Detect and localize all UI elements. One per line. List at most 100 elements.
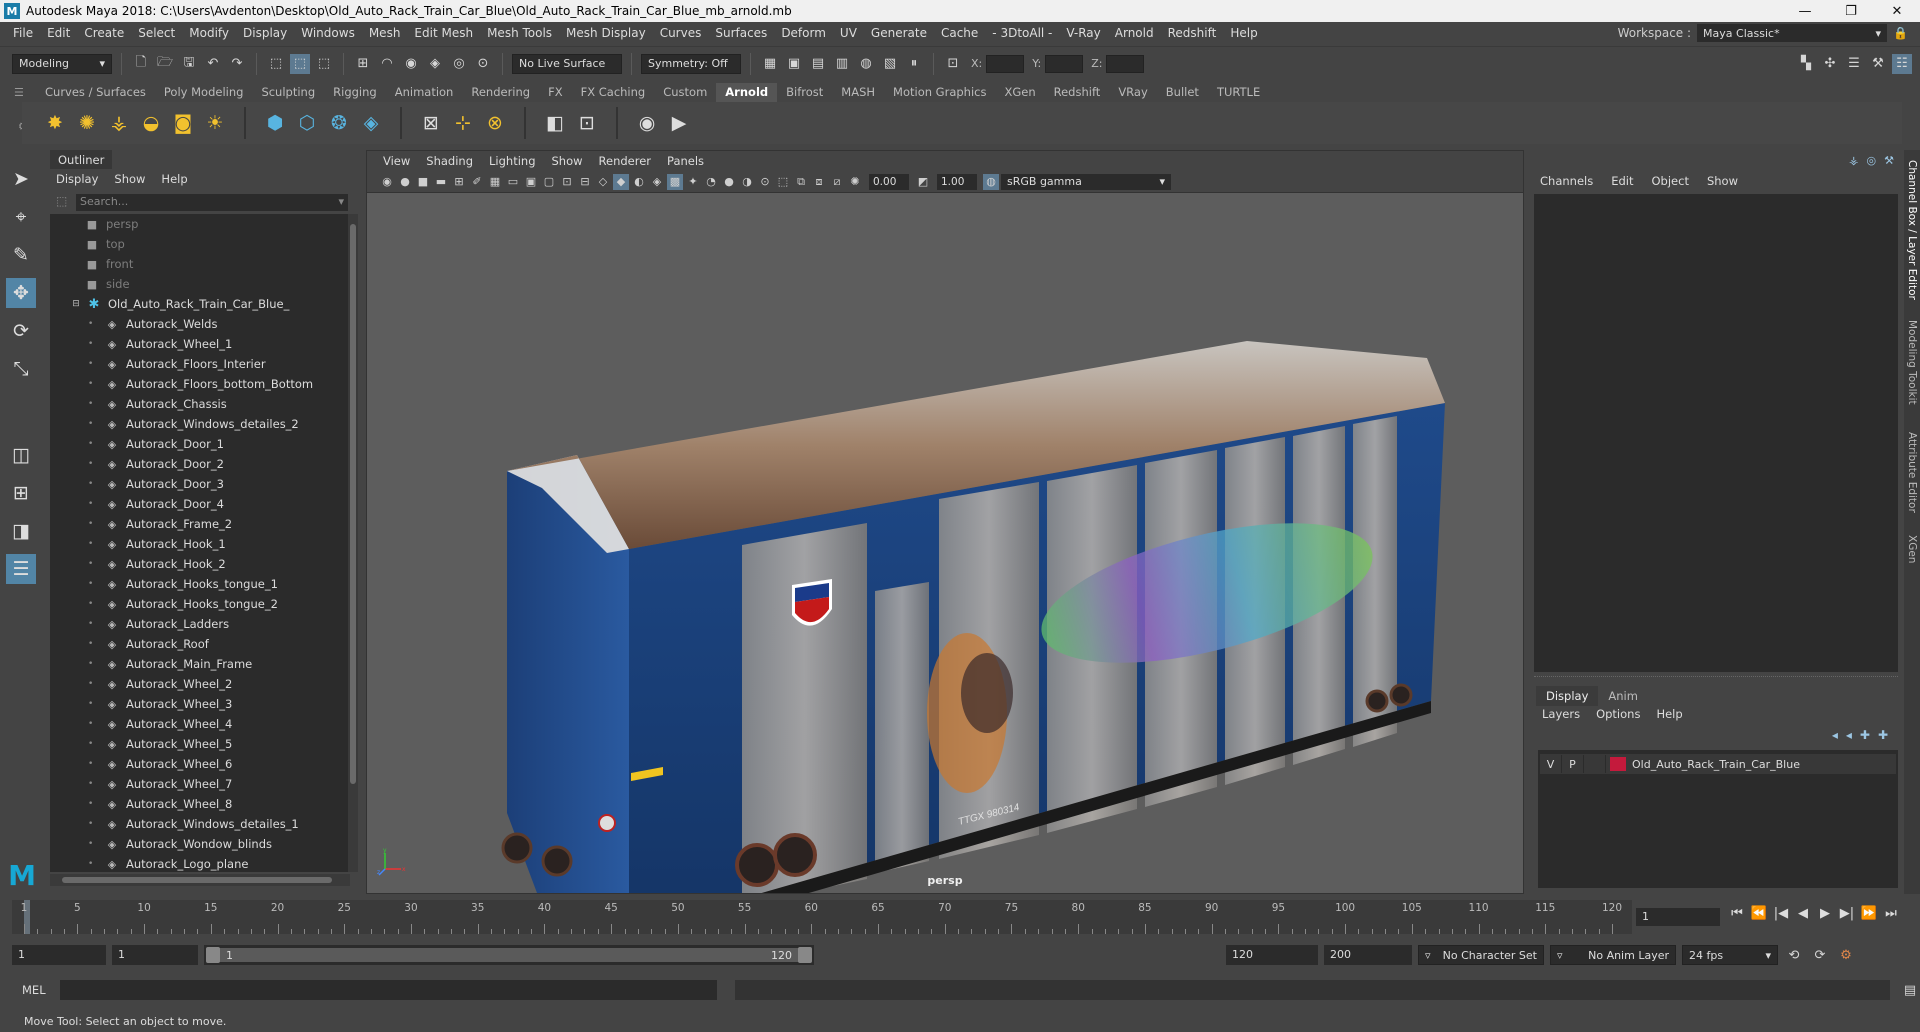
shelf-tab-sculpting[interactable]: Sculpting: [252, 83, 324, 102]
render-stats-icon[interactable]: ⊡: [574, 110, 600, 136]
render-view-icon[interactable]: ▦: [760, 54, 780, 74]
outliner-tab[interactable]: Outliner: [50, 150, 113, 169]
layer-menu-help[interactable]: Help: [1656, 707, 1682, 721]
list-item[interactable]: • ◈ Autorack_Hook_1: [50, 534, 350, 554]
list-item[interactable]: • ◈ Autorack_Wondow_blinds: [50, 834, 350, 854]
new-layer-from-selected-icon[interactable]: ✚: [1878, 728, 1888, 742]
texture-manager-icon[interactable]: ⊠: [418, 110, 444, 136]
exposure-icon[interactable]: ✺: [847, 174, 863, 190]
outliner-menu-help[interactable]: Help: [161, 172, 187, 186]
expand-dot-icon[interactable]: •: [88, 799, 96, 809]
list-item[interactable]: • ◈ Autorack_Main_Frame: [50, 654, 350, 674]
tool-settings-icon[interactable]: ⚒: [1868, 54, 1888, 74]
move-tool-icon[interactable]: ✥: [6, 278, 36, 308]
expand-dot-icon[interactable]: •: [88, 339, 96, 349]
step-forward-key-icon[interactable]: ⏩: [1860, 906, 1878, 921]
expand-dot-icon[interactable]: •: [88, 639, 96, 649]
new-scene-icon[interactable]: 🗋: [131, 54, 151, 74]
loop-icon[interactable]: ⟲: [1784, 945, 1804, 965]
list-item[interactable]: • ◈ Autorack_Frame_2: [50, 514, 350, 534]
list-item[interactable]: • ◈ Autorack_Hook_2: [50, 554, 350, 574]
ipr-render-icon[interactable]: ▤: [808, 54, 828, 74]
expand-dot-icon[interactable]: •: [88, 739, 96, 749]
default-material-icon[interactable]: ◐: [631, 174, 647, 190]
fps-dropdown[interactable]: 24 fps ▾: [1682, 945, 1778, 965]
shelf-tab-rendering[interactable]: Rendering: [462, 83, 539, 102]
outliner-layout-icon[interactable]: ☰: [6, 554, 36, 584]
list-item[interactable]: • ◈ Autorack_Door_2: [50, 454, 350, 474]
shelf-tab-poly-modeling[interactable]: Poly Modeling: [155, 83, 253, 102]
list-item[interactable]: ■ side: [50, 274, 350, 294]
transform-mode-icon[interactable]: ⊡: [943, 54, 963, 74]
menu-surfaces[interactable]: Surfaces: [708, 26, 774, 40]
expand-dot-icon[interactable]: •: [88, 379, 96, 389]
shelf-tab-bifrost[interactable]: Bifrost: [777, 83, 832, 102]
select-hierarchy-icon[interactable]: ⬚: [266, 54, 286, 74]
outliner-vertical-scrollbar[interactable]: [348, 214, 358, 872]
workspace-dropdown[interactable]: Maya Classic* ▾: [1697, 24, 1888, 42]
menu-3dtoall[interactable]: - 3DtoAll -: [985, 26, 1059, 40]
photometric-light-icon[interactable]: ⚶: [106, 110, 132, 136]
auto-key-icon[interactable]: ⟳: [1810, 945, 1830, 965]
character-set-dropdown[interactable]: ▿ No Character Set: [1418, 945, 1544, 965]
animation-preferences-icon[interactable]: ⚙: [1836, 945, 1856, 965]
open-scene-icon[interactable]: 🗁: [155, 54, 175, 74]
shelf-tab-turtle[interactable]: TURTLE: [1208, 83, 1269, 102]
expand-dot-icon[interactable]: •: [88, 459, 96, 469]
menu-display[interactable]: Display: [236, 26, 294, 40]
snap-curve-icon[interactable]: ◠: [377, 54, 397, 74]
viewport-menu-shading[interactable]: Shading: [418, 154, 481, 168]
volume-icon[interactable]: ❂: [326, 110, 352, 136]
scrollbar-thumb[interactable]: [350, 224, 356, 784]
go-to-end-icon[interactable]: ⏭: [1882, 906, 1900, 921]
tx-manager-icon[interactable]: ⊗: [482, 110, 508, 136]
four-view-layout-icon[interactable]: ⊞: [6, 478, 36, 508]
tab-anim[interactable]: Anim: [1598, 686, 1648, 706]
shelf-tab-fx[interactable]: FX: [539, 83, 572, 102]
menu-generate[interactable]: Generate: [864, 26, 934, 40]
layer-row[interactable]: V P Old_Auto_Rack_Train_Car_Blue: [1540, 754, 1896, 774]
shelf-tab-redshift[interactable]: Redshift: [1045, 83, 1110, 102]
expand-dot-icon[interactable]: •: [88, 359, 96, 369]
expand-dot-icon[interactable]: •: [88, 839, 96, 849]
menu-cache[interactable]: Cache: [934, 26, 985, 40]
2d-pan-zoom-icon[interactable]: ⊞: [451, 174, 467, 190]
viewport-menu-panels[interactable]: Panels: [659, 154, 712, 168]
filter-icon[interactable]: ⬚: [56, 194, 67, 208]
playback-end-field[interactable]: 120: [1226, 945, 1318, 965]
sidebar-toggle-icon[interactable]: ▚: [1796, 54, 1816, 74]
range-end-handle[interactable]: [798, 947, 812, 963]
menu-mesh-tools[interactable]: Mesh Tools: [480, 26, 559, 40]
animation-start-field[interactable]: 1: [12, 945, 106, 965]
list-item[interactable]: • ◈ Autorack_Door_4: [50, 494, 350, 514]
expand-dot-icon[interactable]: •: [88, 579, 96, 589]
viewport-menu-lighting[interactable]: Lighting: [481, 154, 543, 168]
select-camera-icon[interactable]: ◉: [379, 174, 395, 190]
menu-edit-mesh[interactable]: Edit Mesh: [407, 26, 480, 40]
expand-dot-icon[interactable]: •: [88, 859, 96, 869]
standin-icon[interactable]: ⬢: [262, 110, 288, 136]
lasso-tool-icon[interactable]: ⌖: [6, 202, 36, 232]
shadows-icon[interactable]: ◔: [703, 174, 719, 190]
list-item[interactable]: • ◈ Autorack_Floors_Interier: [50, 354, 350, 374]
screen-space-ao-icon[interactable]: ●: [721, 174, 737, 190]
resolution-gate-icon[interactable]: ▣: [523, 174, 539, 190]
channel-menu-object[interactable]: Object: [1652, 174, 1689, 188]
list-item[interactable]: ■ top: [50, 234, 350, 254]
scale-tool-icon[interactable]: ⤡: [6, 354, 36, 384]
color-management-icon[interactable]: ◍: [983, 173, 999, 190]
curve-collector-icon[interactable]: ◈: [358, 110, 384, 136]
channel-menu-edit[interactable]: Edit: [1611, 174, 1633, 188]
viewport-menu-view[interactable]: View: [375, 154, 418, 168]
xray-icon[interactable]: ⧉: [793, 174, 809, 190]
exposure-field[interactable]: 0.00: [869, 173, 909, 190]
hypershade-icon[interactable]: ◍: [856, 54, 876, 74]
anti-aliasing-icon[interactable]: ⊙: [757, 174, 773, 190]
playback-start-field[interactable]: 1: [112, 945, 198, 965]
expand-dot-icon[interactable]: •: [88, 679, 96, 689]
menu-help[interactable]: Help: [1223, 26, 1264, 40]
viewport-menu-show[interactable]: Show: [544, 154, 591, 168]
train-car-model[interactable]: TTGX 980314: [367, 193, 1523, 893]
single-perspective-layout-icon[interactable]: ◫: [6, 440, 36, 470]
symmetry-dropdown[interactable]: Symmetry: Off: [641, 53, 741, 74]
